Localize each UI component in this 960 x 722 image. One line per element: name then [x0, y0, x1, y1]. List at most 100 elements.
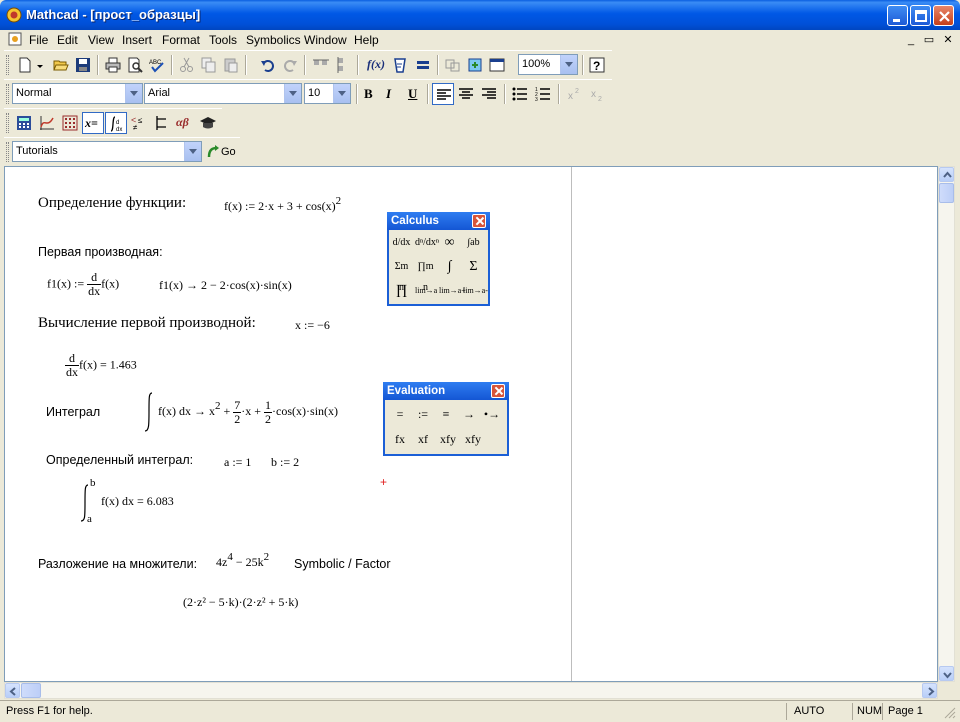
- mdi-restore-button[interactable]: ▭: [921, 33, 937, 47]
- scroll-right-button[interactable]: [922, 683, 937, 698]
- new-document-button[interactable]: [14, 54, 36, 76]
- underline-button[interactable]: U: [401, 83, 423, 105]
- subscript-button[interactable]: x2: [587, 83, 609, 105]
- mathcad-app-icon[interactable]: [6, 7, 22, 23]
- new-dropdown-button[interactable]: [34, 54, 44, 76]
- horizontal-scroll-thumb[interactable]: [21, 683, 41, 698]
- menu-insert[interactable]: Insert: [122, 33, 152, 47]
- b-assignment[interactable]: b := 2: [271, 455, 299, 470]
- greek-palette-button[interactable]: αβ: [174, 112, 196, 134]
- open-button[interactable]: [50, 54, 72, 76]
- align-center-button[interactable]: [455, 83, 477, 105]
- toolbar-grip[interactable]: [6, 113, 9, 133]
- align-left-button[interactable]: [432, 83, 454, 105]
- integral-label[interactable]: Интеграл: [46, 405, 100, 419]
- chevron-down-icon[interactable]: [333, 84, 350, 103]
- derivative-value[interactable]: d dx f(x) = 1.463: [65, 352, 137, 379]
- indefinite-integral[interactable]: f(x) dx → x2 + 7 2 ·x + 1 2 ·cos(x)·sin(x): [143, 391, 338, 433]
- zoom-select[interactable]: 100%: [518, 54, 578, 75]
- align-right-button[interactable]: [478, 83, 500, 105]
- evaluate-numeric-button[interactable]: =: [389, 403, 411, 425]
- prefix-operator-button[interactable]: fx: [389, 428, 411, 450]
- evaluation-palette-close-icon[interactable]: [491, 384, 505, 398]
- boolean-palette-button[interactable]: < ≤ ≠: [128, 112, 150, 134]
- scroll-left-button[interactable]: [5, 683, 20, 698]
- align-across-button[interactable]: [310, 54, 332, 76]
- definition-button[interactable]: :=: [412, 403, 434, 425]
- right-limit-button[interactable]: lim→a+: [439, 280, 466, 301]
- infinity-button[interactable]: ∞: [439, 232, 460, 253]
- minimize-button[interactable]: [887, 5, 908, 26]
- x-assignment[interactable]: x := −6: [295, 318, 330, 333]
- chevron-down-icon[interactable]: [125, 84, 142, 103]
- symbolic-palette-button[interactable]: [197, 112, 219, 134]
- superscript-button[interactable]: x2: [564, 83, 586, 105]
- summation-button[interactable]: Σ: [463, 256, 484, 277]
- definite-integral[interactable]: b a f(x) dx = 6.083: [79, 477, 219, 527]
- help-button[interactable]: ?: [586, 54, 608, 76]
- calculate-button[interactable]: [412, 54, 434, 76]
- factor-expression[interactable]: 4z4 − 25k2: [216, 551, 269, 570]
- graph-palette-button[interactable]: [36, 112, 58, 134]
- scroll-up-button[interactable]: [939, 167, 954, 182]
- menu-symbolics[interactable]: Symbolics: [246, 33, 301, 47]
- insert-function-button[interactable]: f(x): [364, 54, 390, 76]
- function-definition[interactable]: f(x) := 2·x + 3 + cos(x)2: [224, 195, 341, 214]
- align-down-button[interactable]: [332, 54, 354, 76]
- product-button[interactable]: ∏: [391, 280, 412, 301]
- menu-format[interactable]: Format: [162, 33, 200, 47]
- menu-file[interactable]: File: [29, 33, 48, 47]
- symbolic-evaluation-button[interactable]: →: [458, 403, 480, 425]
- cut-button[interactable]: [176, 54, 198, 76]
- style-select[interactable]: Normal: [12, 83, 143, 104]
- mdi-close-button[interactable]: ✕: [940, 33, 956, 47]
- first-derivative-symbolic[interactable]: f1(x) → 2 − 2·cos(x)·sin(x): [159, 278, 292, 293]
- copy-button[interactable]: [198, 54, 220, 76]
- programming-palette-button[interactable]: [151, 112, 173, 134]
- first-derivative-label[interactable]: Первая производная:: [38, 245, 163, 259]
- infix-operator-button[interactable]: xfy: [435, 428, 461, 450]
- undo-button[interactable]: [257, 54, 279, 76]
- left-limit-button[interactable]: lim→a-: [463, 280, 488, 301]
- document-icon[interactable]: [8, 32, 22, 46]
- calculus-palette-close-icon[interactable]: [472, 214, 486, 228]
- limit-button[interactable]: lim→a: [415, 280, 437, 301]
- factor-command-label[interactable]: Symbolic / Factor: [294, 557, 391, 571]
- range-sum-button[interactable]: Σm n: [391, 256, 412, 293]
- toolbar-grip[interactable]: [6, 142, 9, 162]
- redo-button[interactable]: [279, 54, 301, 76]
- evaluate-first-label[interactable]: Вычисление первой производной:: [38, 315, 256, 332]
- print-preview-button[interactable]: [124, 54, 146, 76]
- italic-button[interactable]: I: [379, 83, 401, 105]
- insert-hyperlink-button[interactable]: [442, 54, 464, 76]
- toolbar-grip[interactable]: [6, 55, 9, 75]
- horizontal-scrollbar[interactable]: [4, 682, 938, 699]
- tutorials-select[interactable]: Tutorials: [12, 141, 202, 162]
- menu-tools[interactable]: Tools: [209, 33, 237, 47]
- a-assignment[interactable]: a := 1: [224, 455, 251, 470]
- global-definition-button[interactable]: ≡: [435, 403, 457, 425]
- menu-edit[interactable]: Edit: [57, 33, 78, 47]
- postfix-operator-button[interactable]: xf: [412, 428, 434, 450]
- bold-button[interactable]: B: [357, 83, 379, 105]
- mdi-minimize-button[interactable]: _: [903, 33, 919, 47]
- nth-derivative-button[interactable]: dⁿ/dxⁿ: [415, 232, 439, 253]
- font-select[interactable]: Arial: [144, 83, 302, 104]
- menu-window[interactable]: Window: [304, 33, 347, 47]
- toolbar-grip[interactable]: [6, 84, 9, 104]
- derivative-button[interactable]: d/dx: [391, 232, 412, 253]
- treefix-operator-button[interactable]: xfy: [461, 428, 485, 450]
- calculator-palette-button[interactable]: [13, 112, 35, 134]
- vertical-scrollbar[interactable]: [938, 166, 955, 682]
- menu-view[interactable]: View: [88, 33, 114, 47]
- definition-label[interactable]: Определение функции:: [38, 195, 186, 212]
- chevron-down-icon[interactable]: [560, 55, 577, 74]
- insert-unit-button[interactable]: [390, 54, 412, 76]
- close-button[interactable]: [933, 5, 954, 26]
- calculus-palette-button[interactable]: d dx: [105, 112, 127, 134]
- font-size-select[interactable]: 10: [304, 83, 351, 104]
- menu-help[interactable]: Help: [354, 33, 379, 47]
- definite-integral-button[interactable]: ∫ab: [463, 232, 484, 253]
- bullets-button[interactable]: [509, 83, 531, 105]
- definite-integral-label[interactable]: Определенный интеграл:: [46, 453, 193, 467]
